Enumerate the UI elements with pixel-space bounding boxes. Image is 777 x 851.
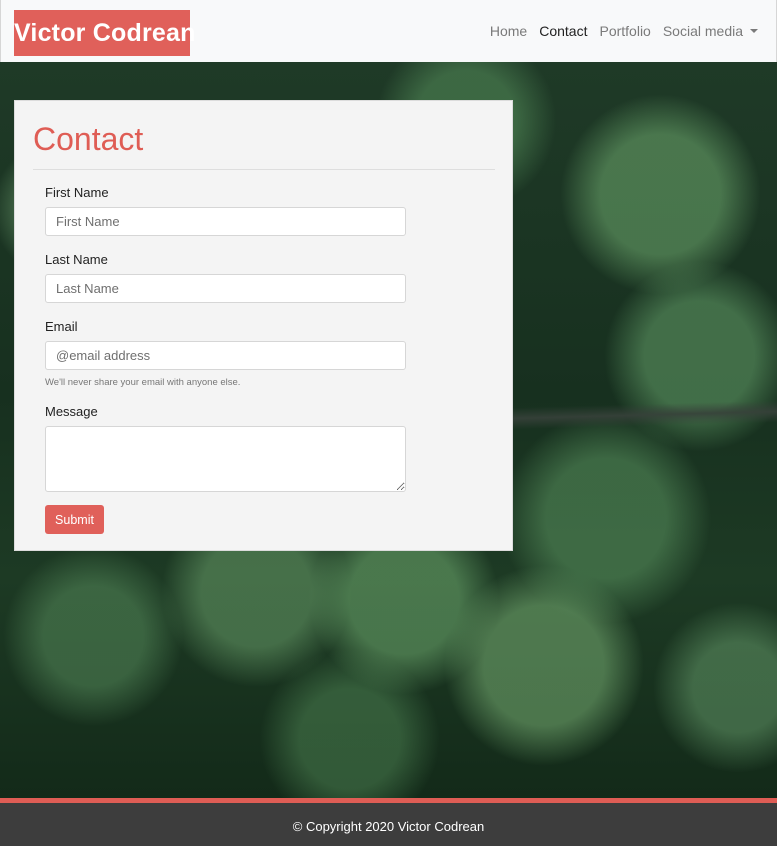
nav-menu: Home Contact Portfolio Social media: [490, 0, 758, 62]
brand-logo[interactable]: Victor Codrean: [14, 10, 195, 56]
nav-item-home[interactable]: Home: [490, 23, 527, 39]
message-textarea[interactable]: [45, 426, 406, 492]
first-name-input[interactable]: [45, 207, 406, 236]
first-name-label: First Name: [45, 185, 109, 200]
chevron-down-icon: [750, 29, 758, 33]
nav-item-social-media-label: Social media: [662, 23, 743, 39]
last-name-label: Last Name: [45, 252, 108, 267]
title-divider: [33, 169, 495, 170]
nav-item-social-media[interactable]: Social media: [663, 23, 758, 39]
submit-button[interactable]: Submit: [45, 505, 104, 534]
nav-item-portfolio[interactable]: Portfolio: [599, 23, 650, 39]
page-title: Contact: [33, 121, 144, 157]
nav-item-contact[interactable]: Contact: [539, 23, 587, 39]
contact-card: Contact First Name Last Name Email We'll…: [14, 100, 513, 551]
last-name-input[interactable]: [45, 274, 406, 303]
message-label: Message: [45, 404, 98, 419]
footer: © Copyright 2020 Victor Codrean: [0, 803, 777, 846]
footer-copyright: © Copyright 2020 Victor Codrean: [292, 819, 485, 834]
email-help-text: We'll never share your email with anyone…: [45, 377, 241, 388]
navbar: Victor Codrean Home Contact Portfolio So…: [0, 0, 777, 62]
email-label: Email: [45, 319, 78, 334]
email-input[interactable]: [45, 341, 406, 370]
forest-road: [509, 400, 777, 430]
